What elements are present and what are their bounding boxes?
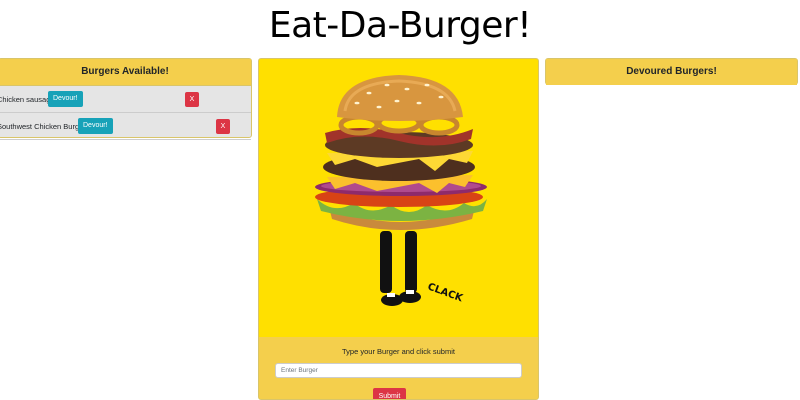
- burgers-available-card: Burgers Available! Chicken sausage Devou…: [0, 58, 252, 140]
- burger-row: Southwest Chicken Burger Devour! X: [0, 113, 251, 140]
- form-instruction: Type your Burger and click submit: [342, 347, 455, 356]
- burger-form-card: CLACK Type your Burger and click submit …: [258, 58, 539, 400]
- submit-button[interactable]: Submit: [373, 388, 406, 399]
- delete-button[interactable]: X: [216, 118, 230, 134]
- burgers-available-heading: Burgers Available!: [0, 59, 251, 86]
- burger-input[interactable]: [275, 363, 522, 378]
- burger-name: Southwest Chicken Burger: [0, 121, 86, 131]
- burger-name: Chicken sausage: [0, 94, 55, 104]
- devoured-burgers-card: Devoured Burgers!: [545, 58, 798, 85]
- clack-sound-effect: CLACK: [426, 281, 465, 304]
- burger-form: Type your Burger and click submit Submit: [259, 337, 538, 399]
- page-title: Eat-Da-Burger!: [268, 5, 532, 46]
- delete-button[interactable]: X: [185, 91, 199, 107]
- walking-burger-illustration: CLACK: [315, 75, 487, 306]
- devoured-burgers-heading: Devoured Burgers!: [546, 59, 797, 85]
- devour-button[interactable]: Devour!: [78, 118, 113, 134]
- burger-row: Chicken sausage Devour! X: [0, 86, 251, 113]
- devour-button[interactable]: Devour!: [48, 91, 83, 107]
